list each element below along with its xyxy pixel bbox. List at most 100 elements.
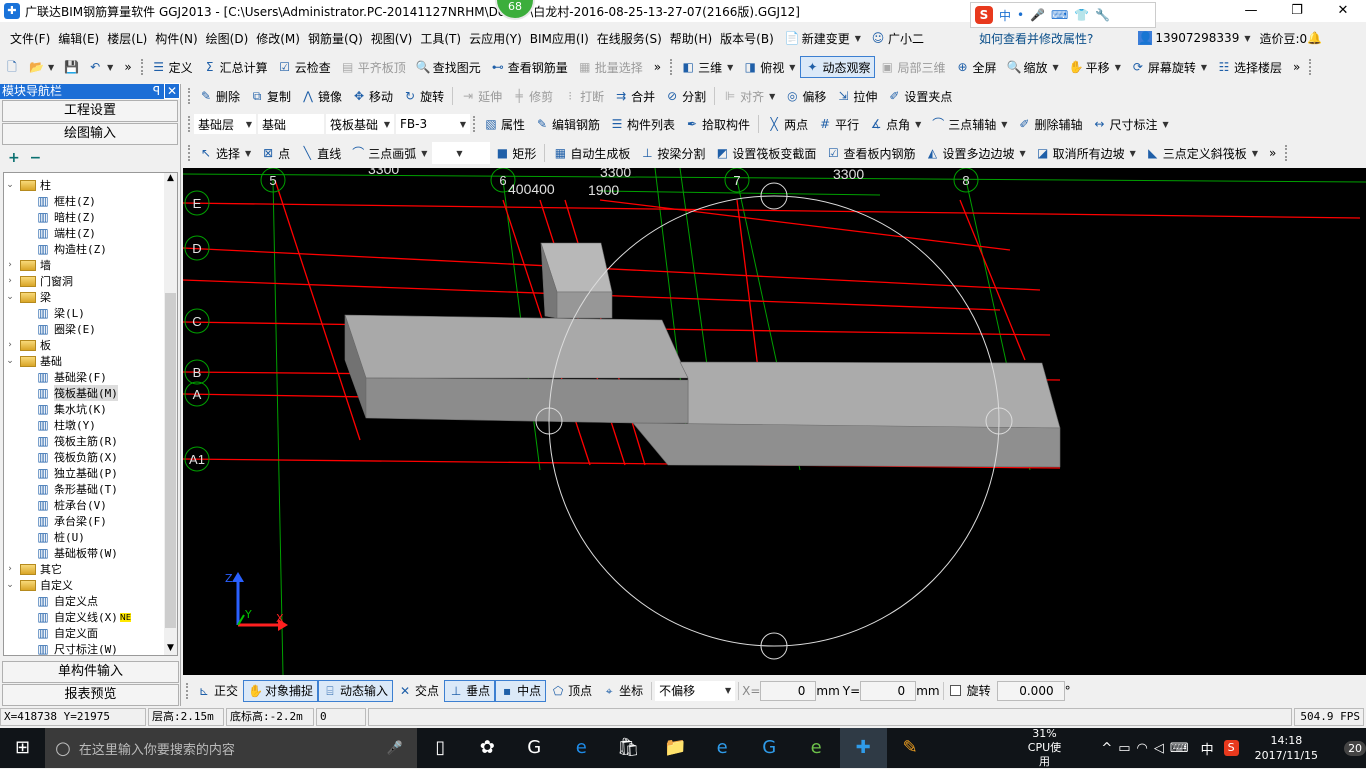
more-tools-button[interactable]: » [1269, 146, 1276, 160]
tree-item[interactable]: ▥ 筏板主筋(R) [4, 433, 177, 449]
project-settings-button[interactable]: 工程设置 [2, 100, 178, 122]
single-component-input-button[interactable]: 单构件输入 [2, 661, 179, 683]
tree-item[interactable]: ▥ 桩承台(V) [4, 497, 177, 513]
delete-button[interactable]: ✎ 删除 [194, 85, 245, 107]
drawing-input-button[interactable]: 绘图输入 [2, 123, 178, 145]
tree-item[interactable]: ▥ 基础板带(W) [4, 545, 177, 561]
vertex-button[interactable]: ⬠ 顶点 [546, 680, 597, 702]
batch-button[interactable]: ▦ 批量选择 [573, 56, 648, 78]
tree-item[interactable]: ▥ 承台梁(F) [4, 513, 177, 529]
notification-badge[interactable]: 20 [1344, 740, 1366, 756]
store-icon[interactable]: 🛍 [605, 728, 652, 768]
pick-button[interactable]: ✒ 拾取构件 [680, 113, 755, 135]
system-tray-icons[interactable]: ^▭◠◁⌨ [1101, 741, 1194, 756]
microphone-icon[interactable]: 🎤 [387, 741, 403, 756]
ime-item[interactable]: 中 [999, 7, 1011, 24]
pin-icon[interactable]: ꟼ [153, 84, 160, 98]
tree-item[interactable]: ▥ 柱墩(Y) [4, 417, 177, 433]
split-button[interactable]: ⊘ 分割 [660, 85, 711, 107]
multi-slope-button[interactable]: ◭ 设置多边边坡 ▼ [920, 142, 1030, 164]
3d-button[interactable]: ◧ 三维 ▼ [676, 56, 738, 78]
menu-item[interactable]: 绘图(D) [202, 30, 253, 47]
nav-close-button[interactable]: ✕ [163, 83, 180, 99]
offset-button[interactable]: ◎ 偏移 [780, 85, 831, 107]
more-tools-button[interactable]: » [124, 60, 131, 74]
menu-item[interactable]: 云应用(Y) [465, 30, 526, 47]
browser-icon[interactable]: e [793, 728, 840, 768]
y-offset-input[interactable]: 0 [860, 680, 917, 701]
beam-split-button[interactable]: ⊥ 按梁分割 [635, 142, 710, 164]
sogou-tray-icon[interactable]: S [1223, 740, 1239, 756]
file-explorer-icon[interactable]: 📁 [652, 728, 699, 768]
menu-item[interactable]: 楼层(L) [103, 30, 151, 47]
bell-icon[interactable]: 🔔 [1307, 31, 1322, 45]
menu-item[interactable]: 修改(M) [252, 30, 304, 47]
tree-folder[interactable]: › 门窗洞 [4, 273, 177, 289]
tree-folder[interactable]: ⌄ 梁 [4, 289, 177, 305]
blank-select-button[interactable]: ▼ [432, 142, 491, 164]
3d-view[interactable]: E D C BA A1 5 6 7 8 3300 3300 3300 400400 1900 Z… [182, 161, 1366, 676]
list-button[interactable]: ☰ 构件列表 [605, 113, 680, 135]
three-point-slope-button[interactable]: ◣ 三点定义斜筏板 ▼ [1141, 142, 1263, 164]
tree-folder[interactable]: ⌄ 基础 [4, 353, 177, 369]
pan-button[interactable]: ✋ 平移 ▼ [1064, 56, 1126, 78]
two-point-button[interactable]: ╳ 两点 [762, 113, 813, 135]
trim-button[interactable]: ╪ 修剪 [507, 85, 558, 107]
break-button[interactable]: ⁝ 打断 [558, 85, 609, 107]
merge-button[interactable]: ⇉ 合并 [609, 85, 660, 107]
tree-folder[interactable]: › 其它 [4, 561, 177, 577]
chevron-down-icon[interactable]: ⌄ [4, 180, 16, 190]
app-icon[interactable]: G [511, 728, 558, 768]
orbit-button[interactable]: ✦ 动态观察 [800, 56, 876, 78]
drawing-canvas[interactable]: E D C B A A1 5 6 7 8 3300 3300 3300 400400 1900 Z… [182, 161, 1366, 676]
more-tools-button[interactable]: » [654, 60, 661, 74]
cancel-slope-button[interactable]: ◪ 取消所有边坡 ▼ [1031, 142, 1141, 164]
auto-slab-button[interactable]: ▦ 自动生成板 [548, 142, 635, 164]
tools-icon[interactable]: 🔧 [1095, 8, 1110, 22]
keyboard-icon[interactable]: ⌨ [1051, 8, 1068, 22]
select-floor-button[interactable]: ☷ 选择楼层 [1212, 56, 1287, 78]
user-account[interactable]: 👤 13907298339 ▼ [1133, 27, 1255, 49]
ime-indicator[interactable]: 中 [1201, 739, 1214, 758]
perpendicular-button[interactable]: ⊥ 垂点 [444, 679, 496, 702]
dimension-button[interactable]: ↔ 尺寸标注 ▼ [1087, 113, 1173, 135]
line-button[interactable]: ╲ 直线 [295, 142, 346, 164]
rotate-input[interactable]: 0.000 [996, 680, 1065, 701]
chevron-right-icon[interactable]: › [4, 340, 16, 350]
stretch-button[interactable]: ⇲ 拉伸 [831, 85, 882, 107]
open-button[interactable]: 📂 ▼ [24, 56, 59, 78]
menu-item[interactable]: 视图(V) [367, 30, 417, 47]
fullscreen-button[interactable]: ⊕ 全屏 [950, 56, 1001, 78]
tree-item[interactable]: ▥ 基础梁(F) [4, 369, 177, 385]
chevron-down-icon[interactable]: ⌄ [4, 356, 16, 366]
ime-item[interactable]: • [1017, 8, 1024, 22]
help-link[interactable]: 如何查看并修改属性? [979, 30, 1093, 47]
tree-item[interactable]: ▥ 尺寸标注(W) [4, 641, 177, 655]
view-rebar-button[interactable]: ⊷ 查看钢筋量 [486, 56, 573, 78]
component-select[interactable]: FB-3 ▼ [396, 114, 470, 134]
tree-item[interactable]: ▥ 筏板基础(M) [4, 385, 177, 401]
tree-item[interactable]: ▥ 端柱(Z) [4, 225, 177, 241]
copy-button[interactable]: ⧉ 复制 [245, 85, 296, 107]
tree-item[interactable]: ▥ 圈梁(E) [4, 321, 177, 337]
report-preview-button[interactable]: 报表预览 [2, 684, 179, 706]
mirror-button[interactable]: ⋀ 镜像 [296, 85, 347, 107]
floor-select[interactable]: 基础层 ▼ [194, 114, 256, 134]
cloud-check-button[interactable]: ☑ 云检查 [273, 56, 336, 78]
menu-item[interactable]: 构件(N) [151, 30, 201, 47]
extend-button[interactable]: ⇥ 延伸 [456, 85, 507, 107]
intersection-button[interactable]: ✕ 交点 [393, 680, 444, 702]
point-angle-button[interactable]: ∡ 点角 ▼ [864, 113, 926, 135]
chevron-right-icon[interactable]: › [4, 564, 16, 574]
align-button[interactable]: ⊫ 对齐 ▼ [718, 85, 780, 107]
tree-item[interactable]: ▥ 自定义面 [4, 625, 177, 641]
menu-item[interactable]: 钢筋量(Q) [304, 30, 367, 47]
tree-item[interactable]: ▥ 筏板负筋(X) [4, 449, 177, 465]
tree-item[interactable]: ▥ 梁(L) [4, 305, 177, 321]
tree-item[interactable]: ▥ 构造柱(Z) [4, 241, 177, 257]
rotate-button[interactable]: ↻ 旋转 [398, 85, 449, 107]
type-select[interactable]: 筏板基础 ▼ [326, 114, 394, 134]
rotate-screen-button[interactable]: ⟳ 屏幕旋转 ▼ [1126, 56, 1212, 78]
partial-3d-button[interactable]: ▣ 局部三维 [875, 56, 950, 78]
tree-item[interactable]: ▥ 独立基础(P) [4, 465, 177, 481]
